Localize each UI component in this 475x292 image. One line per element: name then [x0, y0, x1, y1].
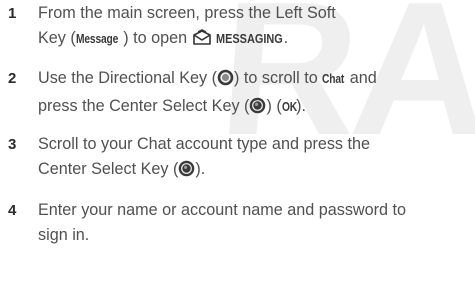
- step-line: Enter your name or account name and pass…: [38, 198, 468, 223]
- step-number: 1: [8, 5, 17, 22]
- step-text: Use the Directional Key ( ) to scroll to…: [38, 66, 468, 122]
- step-line: From the main screen, press the Left Sof…: [38, 1, 468, 26]
- text-run: .: [283, 29, 289, 47]
- text-run: Center Select Key (: [38, 160, 179, 178]
- text-run: ) (: [266, 97, 282, 115]
- soft-key-label: Message: [75, 32, 118, 46]
- text-run: and: [349, 69, 377, 87]
- step-line: Scroll to your Chat account type and pre…: [38, 132, 468, 157]
- step-line: press the Center Select Key ( ) (OK).: [38, 94, 468, 122]
- step-number: 2: [8, 70, 17, 87]
- step-line: Use the Directional Key ( ) to scroll to…: [38, 66, 468, 94]
- step-text: From the main screen, press the Left Sof…: [38, 1, 468, 54]
- text-run: Use the Directional Key (: [38, 69, 218, 87]
- text-run: Key (: [38, 29, 76, 47]
- text-run: press the Center Select Key (: [38, 97, 250, 115]
- center-select-key-icon: [249, 97, 266, 122]
- menu-item-label: Chat: [322, 72, 345, 86]
- step-line: sign in.: [38, 223, 468, 248]
- step-line: Center Select Key ( ).: [38, 157, 468, 185]
- step-text: Enter your name or account name and pass…: [38, 198, 468, 248]
- directional-key-icon: [217, 69, 234, 94]
- center-select-key-icon: [178, 160, 195, 185]
- step-text: Scroll to your Chat account type and pre…: [38, 132, 468, 185]
- soft-key-label: OK: [281, 100, 297, 114]
- step-number: 3: [8, 136, 17, 153]
- messaging-envelope-icon: [192, 29, 212, 54]
- text-run: Scroll to your Chat account type and pre…: [38, 135, 371, 153]
- text-run: ).: [195, 160, 206, 178]
- menu-name: MESSAGING: [216, 31, 283, 46]
- step-line: Key (Message ) to open MESSAGING.: [38, 26, 468, 54]
- step-number: 4: [8, 202, 17, 219]
- text-run: ) to open: [123, 29, 188, 47]
- text-run: ).: [296, 97, 306, 115]
- text-run: ) to scroll to: [234, 69, 318, 87]
- text-run: From the main screen, press the Left Sof…: [38, 4, 336, 22]
- text-run: sign in.: [38, 226, 90, 244]
- text-run: Enter your name or account name and pass…: [38, 201, 407, 219]
